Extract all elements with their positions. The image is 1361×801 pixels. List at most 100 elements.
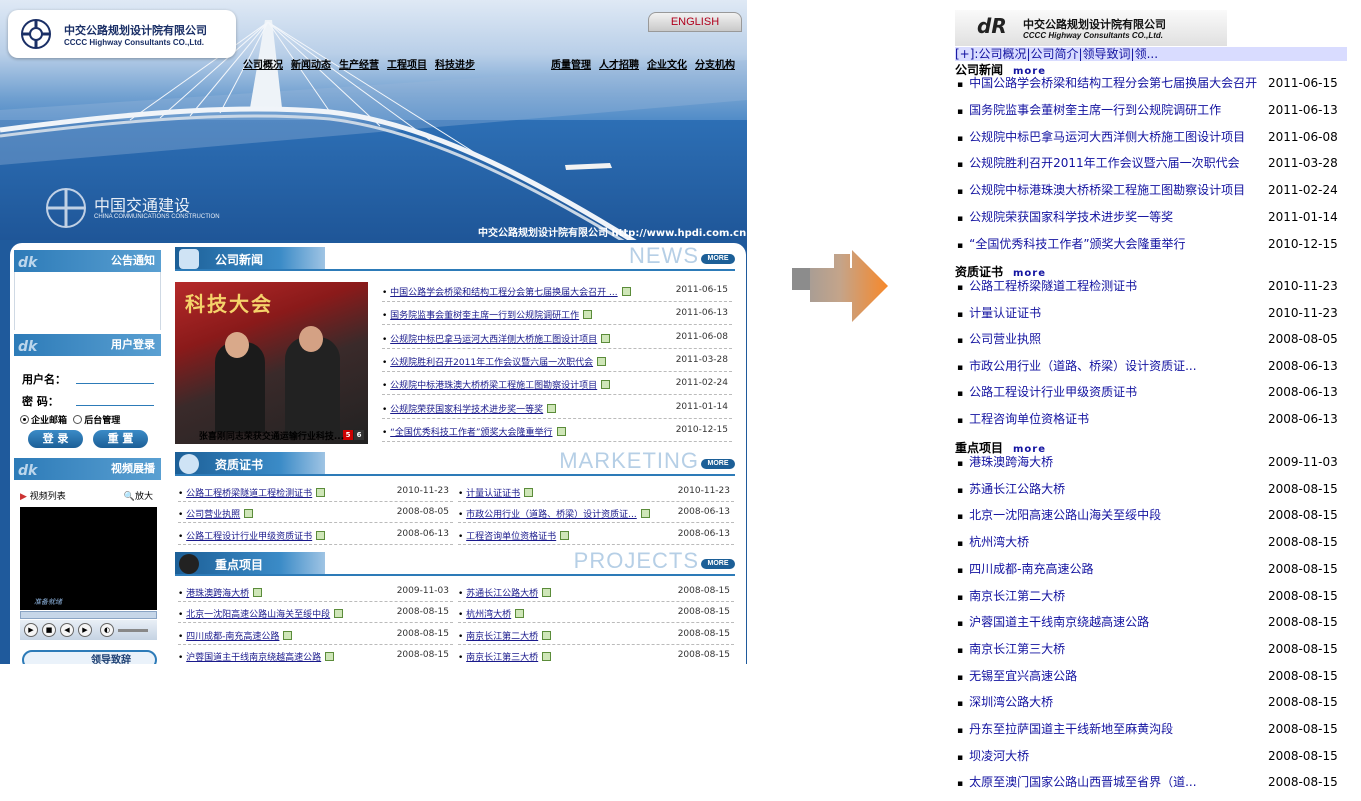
play-icon[interactable]: ▶ [24, 623, 38, 637]
nav-item-quality[interactable]: 质量管理 [551, 60, 591, 71]
mobile-project-item[interactable]: 深圳湾公路大桥 [957, 696, 1267, 710]
nav-item-overview[interactable]: 公司概况 [243, 60, 283, 71]
volume-slider[interactable] [118, 629, 148, 632]
news-link-text[interactable]: 公规院中标巴拿马运河大西洋侧大桥施工图设计项目 [390, 335, 597, 345]
logo[interactable]: 中交公路规划设计院有限公司 CCCC Highway Consultants C… [8, 10, 236, 58]
list-link[interactable]: • 工程咨询单位资格证书 [458, 529, 570, 542]
mobile-news-item[interactable]: “全国优秀科技工作者”颁奖大会隆重举行 [957, 238, 1267, 252]
mobile-cert-item[interactable]: 计量认证证书 [957, 307, 1267, 321]
list-link[interactable]: • 杭州湾大桥 [458, 607, 525, 620]
mobile-news-item[interactable]: 国务院监事会董树奎主席一行到公规院调研工作 [957, 104, 1267, 118]
mobile-cert-item[interactable]: 工程咨询单位资格证书 [957, 413, 1267, 427]
list-link-text[interactable]: 杭州湾大桥 [466, 610, 511, 620]
news-link[interactable]: • 公规院中标港珠澳大桥桥梁工程施工图勘察设计项目 [382, 378, 611, 391]
list-link[interactable]: • 南京长江第二大桥 [458, 629, 552, 642]
news-link-text[interactable]: 中国公路学会桥梁和结构工程分会第七届换届大会召开 ... [390, 288, 617, 298]
mobile-project-item[interactable]: 北京一沈阳高速公路山海关至绥中段 [957, 509, 1267, 523]
video-list-label[interactable]: 视频列表 [30, 492, 66, 502]
news-link-text[interactable]: 公规院中标港珠澳大桥桥梁工程施工图勘察设计项目 [390, 381, 597, 391]
mobile-menu[interactable]: [+]:公司概况|公司简介|领导致词|领... [955, 47, 1347, 61]
mobile-project-item[interactable]: 南京长江第二大桥 [957, 590, 1267, 604]
list-link[interactable]: • 计量认证证书 [458, 486, 534, 499]
list-link[interactable]: • 南京长江第三大桥 [458, 650, 552, 663]
mobile-certs-section-more[interactable]: more [1013, 268, 1046, 279]
news-link-text[interactable]: “全国优秀科技工作者”颁奖大会隆重举行 [390, 428, 552, 438]
play-list-icon[interactable]: ▶ [20, 492, 27, 502]
password-input[interactable] [76, 392, 154, 406]
nav-item-production[interactable]: 生产经营 [339, 60, 379, 71]
list-link[interactable]: • 公司营业执照 [178, 507, 254, 520]
next-icon[interactable]: ▶ [78, 623, 92, 637]
volume-icon[interactable]: ◐ [100, 623, 114, 637]
mobile-news-item[interactable]: 公规院中标港珠澳大桥桥梁工程施工图勘察设计项目 [957, 184, 1267, 198]
mobile-project-item[interactable]: 四川成都-南充高速公路 [957, 563, 1267, 577]
list-link-text[interactable]: 北京一沈阳高速公路山海关至绥中段 [186, 610, 330, 620]
mobile-logo[interactable]: dR 中交公路规划设计院有限公司 CCCC Highway Consultant… [955, 10, 1227, 46]
mobile-project-item[interactable]: 港珠澳跨海大桥 [957, 456, 1267, 470]
leader-speech-button[interactable]: 领导致辞 [22, 650, 157, 664]
news-photo[interactable]: 科技大会 56 [175, 282, 368, 444]
list-link[interactable]: • 市政公用行业（道路、桥梁）设计资质证... [458, 507, 650, 520]
mobile-project-item[interactable]: 无锡至宜兴高速公路 [957, 670, 1267, 684]
nav-item-recruitment[interactable]: 人才招聘 [599, 60, 639, 71]
list-link[interactable]: • 公路工程桥梁隧道工程检测证书 [178, 486, 326, 499]
radio-admin[interactable] [73, 415, 83, 424]
reset-button[interactable]: 重 置 [93, 430, 148, 448]
mobile-cert-item[interactable]: 公路工程桥梁隧道工程检测证书 [957, 280, 1267, 294]
english-button[interactable]: ENGLISH [648, 12, 742, 32]
projects-more-button[interactable]: MORE [701, 559, 735, 569]
list-link-text[interactable]: 南京长江第三大桥 [466, 653, 538, 663]
nav-item-branches[interactable]: 分支机构 [695, 60, 735, 71]
list-link-text[interactable]: 计量认证证书 [466, 489, 520, 499]
list-link-text[interactable]: 港珠澳跨海大桥 [186, 589, 249, 599]
mobile-project-item[interactable]: 沪蓉国道主干线南京绕越高速公路 [957, 616, 1267, 630]
list-link[interactable]: • 北京一沈阳高速公路山海关至绥中段 [178, 607, 344, 620]
list-link-text[interactable]: 公路工程桥梁隧道工程检测证书 [186, 489, 312, 499]
news-link[interactable]: • 公规院中标巴拿马运河大西洋侧大桥施工图设计项目 [382, 332, 611, 345]
mobile-project-item[interactable]: 太原至澳门国家公路山西晋城至省界（道... [957, 776, 1267, 790]
list-link-text[interactable]: 南京长江第二大桥 [466, 632, 538, 642]
mobile-project-item[interactable]: 坝凌河大桥 [957, 750, 1267, 764]
mobile-project-item[interactable]: 南京长江第三大桥 [957, 643, 1267, 657]
list-link-text[interactable]: 工程咨询单位资格证书 [466, 532, 556, 542]
mobile-cert-item[interactable]: 市政公用行业（道路、桥梁）设计资质证... [957, 360, 1267, 374]
list-link-text[interactable]: 沪蓉国道主干线南京绕越高速公路 [186, 653, 321, 663]
news-link-text[interactable]: 公规院胜利召开2011年工作会议暨六届一次职代会 [390, 358, 593, 368]
nav-item-news[interactable]: 新闻动态 [291, 60, 331, 71]
video-seek-bar[interactable] [20, 611, 157, 619]
mobile-cert-item[interactable]: 公司营业执照 [957, 333, 1267, 347]
list-link[interactable]: • 四川成都-南充高速公路 [178, 629, 293, 642]
nav-item-culture[interactable]: 企业文化 [647, 60, 687, 71]
list-link-text[interactable]: 四川成都-南充高速公路 [186, 632, 279, 642]
mobile-project-item[interactable]: 苏通长江公路大桥 [957, 483, 1267, 497]
photo-caption[interactable]: 张喜刚同志荣获交通运输行业科技... [175, 429, 368, 442]
stop-icon[interactable]: ■ [42, 623, 56, 637]
radio-mail[interactable] [20, 415, 29, 424]
username-input[interactable] [76, 370, 154, 384]
list-link-text[interactable]: 公路工程设计行业甲级资质证书 [186, 532, 312, 542]
mobile-news-item[interactable]: 公规院中标巴拿马运河大西洋侧大桥施工图设计项目 [957, 131, 1267, 145]
news-link[interactable]: • 中国公路学会桥梁和结构工程分会第七届换届大会召开 ... [382, 285, 631, 298]
list-link-text[interactable]: 公司营业执照 [186, 510, 240, 520]
mobile-project-item[interactable]: 丹东至拉萨国道主干线新地至麻黄沟段 [957, 723, 1267, 737]
list-link[interactable]: • 沪蓉国道主干线南京绕越高速公路 [178, 650, 335, 663]
mobile-projects-section-more[interactable]: more [1013, 444, 1046, 455]
nav-item-technology[interactable]: 科技进步 [435, 60, 475, 71]
list-link[interactable]: • 港珠澳跨海大桥 [178, 586, 263, 599]
news-more-button[interactable]: MORE [701, 254, 735, 264]
list-link-text[interactable]: 市政公用行业（道路、桥梁）设计资质证... [466, 510, 637, 520]
video-player[interactable]: 准备就绪 [20, 507, 157, 610]
news-link-text[interactable]: 国务院监事会董树奎主席一行到公规院调研工作 [390, 311, 579, 321]
mobile-news-item[interactable]: 中国公路学会桥梁和结构工程分会第七届换届大会召开 [957, 77, 1267, 91]
list-link[interactable]: • 苏通长江公路大桥 [458, 586, 552, 599]
nav-item-projects[interactable]: 工程项目 [387, 60, 427, 71]
news-link[interactable]: • “全国优秀科技工作者”颁奖大会隆重举行 [382, 425, 566, 438]
news-link[interactable]: • 公规院胜利召开2011年工作会议暨六届一次职代会 [382, 355, 607, 368]
zoom-control[interactable]: 🔍放大 [124, 489, 153, 502]
list-link-text[interactable]: 苏通长江公路大桥 [466, 589, 538, 599]
certs-more-button[interactable]: MORE [701, 459, 735, 469]
mobile-news-item[interactable]: 公规院胜利召开2011年工作会议暨六届一次职代会 [957, 157, 1267, 171]
list-link[interactable]: • 公路工程设计行业甲级资质证书 [178, 529, 326, 542]
login-button[interactable]: 登 录 [28, 430, 83, 448]
mobile-project-item[interactable]: 杭州湾大桥 [957, 536, 1267, 550]
